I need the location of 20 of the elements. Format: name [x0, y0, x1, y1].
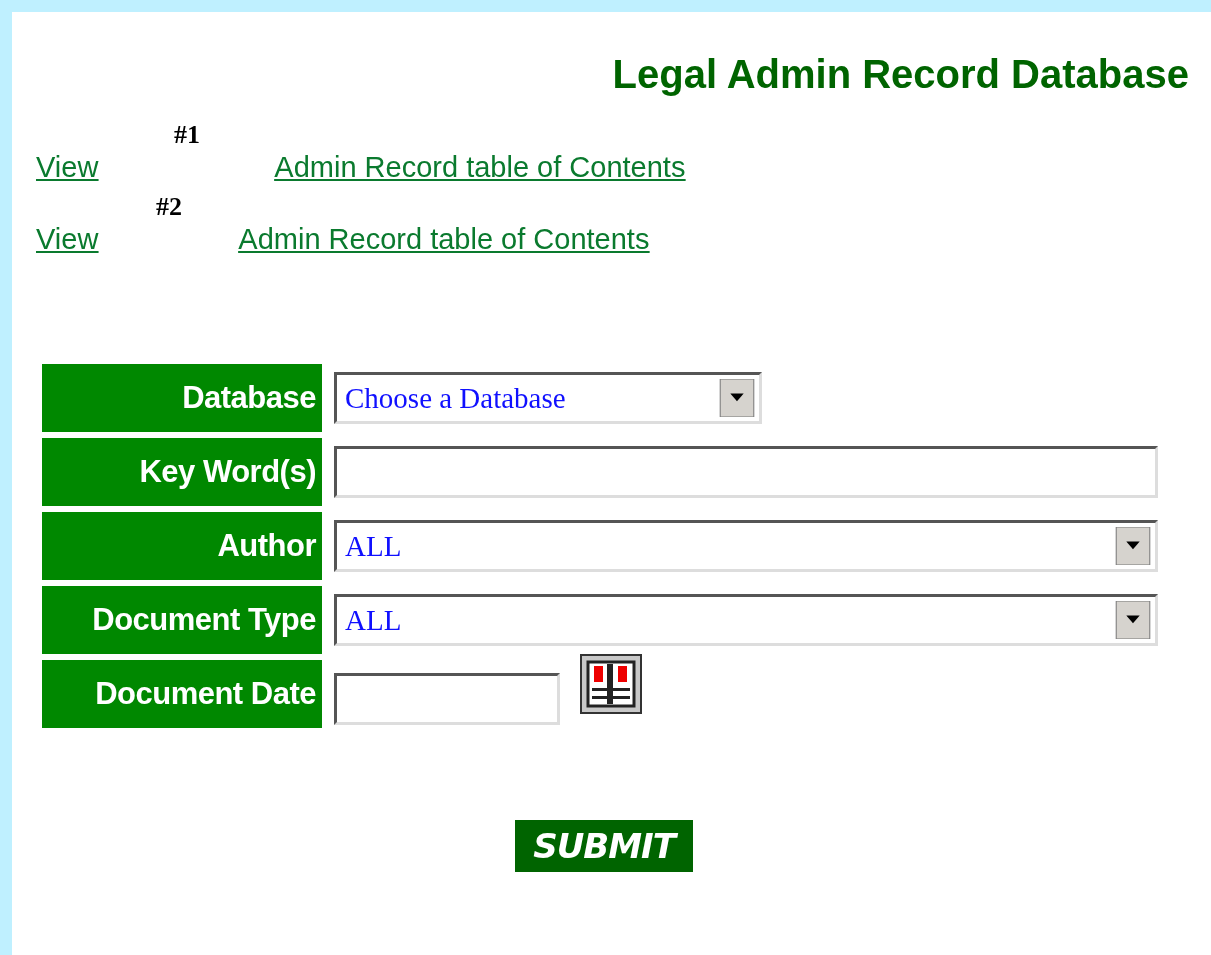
field-label: Key Word(s)	[42, 438, 322, 506]
field-label: Database	[42, 364, 322, 432]
keyword-field[interactable]	[334, 446, 1158, 498]
dropdown-arrow-icon[interactable]	[719, 379, 755, 417]
record-number: #2	[156, 192, 182, 221]
dropdown[interactable]: ALL	[334, 520, 1158, 572]
submit-button[interactable]: SUBMIT	[515, 820, 693, 872]
field-label: Author	[42, 512, 322, 580]
record-number: #1	[174, 120, 200, 149]
page-title: Legal Admin Record Database	[611, 51, 1189, 98]
dropdown-arrow-icon[interactable]	[1115, 601, 1151, 639]
field-label: Document Type	[42, 586, 322, 654]
calendar-icon[interactable]	[580, 654, 642, 714]
dropdown-arrow-icon[interactable]	[1115, 527, 1151, 565]
dropdown[interactable]: ALL	[334, 594, 1158, 646]
date-field[interactable]	[334, 673, 560, 725]
dropdown[interactable]: Choose a Database	[334, 372, 762, 424]
view-contents-link[interactable]: View Admin Record table of Contents	[36, 222, 650, 256]
field-label: Document Date	[42, 660, 322, 728]
view-contents-link[interactable]: View Admin Record table of Contents	[36, 150, 686, 184]
